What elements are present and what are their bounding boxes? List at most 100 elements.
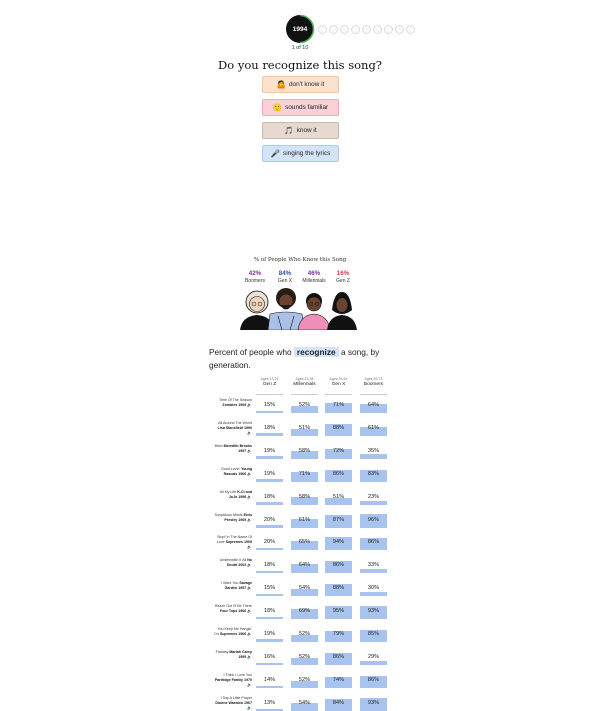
speaker-icon[interactable]: 🔈 — [246, 609, 252, 613]
table-cell: 95% — [325, 605, 352, 620]
table-cell: 58% — [291, 491, 318, 505]
speaker-icon[interactable]: 🔈 — [246, 655, 252, 659]
value-label: 69% — [298, 608, 311, 615]
value-label: 16% — [263, 653, 276, 660]
song-artist: Zombies 1969 — [222, 403, 247, 407]
song-label[interactable]: Bitch Meredith Brooks 1997 🔈 — [212, 444, 252, 454]
song-label[interactable]: You Keep Me Hangin' On Supremes 1966 🔈 — [212, 627, 252, 637]
value-label: 65% — [298, 539, 311, 546]
answer-singing-lyrics-button[interactable]: 🎤 singing the lyrics — [262, 145, 339, 162]
song-label[interactable]: Time Of The Season Zombies 1969 🔈 — [212, 398, 252, 408]
recognize-highlight: recognize — [293, 347, 339, 357]
question-counter: 1 of 10 — [291, 45, 309, 51]
speaker-icon[interactable]: 🔈 — [246, 449, 252, 453]
speaker-icon[interactable]: 🔈 — [247, 545, 252, 549]
table-cell: 85% — [360, 628, 387, 642]
progress-bar: 1994 — [286, 14, 415, 44]
table-cell: 14% — [256, 674, 283, 688]
value-bar — [256, 502, 283, 505]
value-bar — [360, 453, 387, 459]
table-cell: 51% — [325, 491, 352, 505]
song-label[interactable]: Suspicious Minds Elvis Presley 1969 🔈 — [212, 513, 252, 523]
song-label[interactable]: Good Lovin' Young Rascals 1966 🔈 — [212, 467, 252, 477]
table-cell: 86% — [325, 559, 352, 574]
song-label[interactable]: All Around The World Lisa Stansfield 199… — [212, 421, 252, 436]
table-cell: 18% — [256, 605, 283, 620]
table-cell: 74% — [325, 674, 352, 688]
answer-dont-know-button[interactable]: 🤷 don't know it — [262, 76, 339, 93]
speaker-icon[interactable]: 🔈 — [246, 518, 252, 522]
value-label: 18% — [263, 493, 276, 500]
table-cell: 23% — [360, 491, 387, 505]
speaker-icon[interactable]: 🔈 — [246, 563, 252, 567]
answer-sounds-familiar-button[interactable]: 🙂 sounds familiar — [262, 99, 339, 116]
speaker-icon[interactable]: 🔈 — [247, 431, 252, 435]
answer-label: sounds familiar — [285, 104, 329, 111]
value-label: 52% — [298, 402, 311, 408]
stat-percent: 16% — [336, 270, 350, 277]
speaker-icon[interactable]: 🔈 — [247, 683, 252, 687]
table-cell: 61% — [360, 422, 387, 436]
value-label: 14% — [263, 676, 276, 683]
table-cell: 71% — [291, 468, 318, 482]
value-bar — [360, 660, 387, 665]
speaker-icon[interactable]: 🔈 — [246, 495, 252, 499]
table-cell: 79% — [325, 628, 352, 642]
song-label[interactable]: I Think I Love You Partridge Family 1970… — [212, 673, 252, 688]
speaker-icon[interactable]: 🔈 — [246, 403, 252, 407]
value-label: 54% — [298, 585, 311, 592]
table-cell: 19% — [256, 445, 283, 459]
song-label[interactable]: Underneath It All No Doubt 2002 🔈 — [212, 558, 252, 568]
table-cell: 64% — [291, 559, 318, 574]
song-label[interactable]: I Want You Savage Garden 1997 🔈 — [212, 581, 252, 591]
table-cell: 33% — [360, 559, 387, 574]
value-label: 20% — [263, 539, 276, 546]
gen-x-person-icon — [267, 288, 305, 330]
song-label[interactable]: Stop! In The Name Of Love Supremes 1965 … — [212, 535, 252, 550]
column-divider — [256, 394, 283, 395]
value-bar — [360, 592, 387, 597]
speaker-icon[interactable]: 🔈 — [246, 472, 252, 476]
value-bar — [256, 570, 283, 574]
column-name: Boomers — [363, 382, 384, 387]
value-label: 93% — [367, 699, 380, 706]
song-label[interactable]: Fantasy Mariah Carey 1995 🔈 — [212, 650, 252, 660]
answer-know-it-button[interactable]: 🎵 know it — [262, 122, 339, 139]
table-cell: 18% — [256, 559, 283, 574]
column-name: Gen Z — [262, 382, 277, 387]
value-label: 86% — [332, 562, 345, 569]
music-note-icon: 🎵 — [284, 126, 294, 135]
recognize-intro: Percent of people who recognize a song, … — [209, 346, 409, 371]
progress-dot — [406, 24, 415, 34]
song-label[interactable]: Reach Out I'll Be There Four Tops 1966 🔈 — [212, 604, 252, 614]
value-label: 86% — [332, 470, 345, 477]
table-cell: 88% — [325, 422, 352, 436]
speaker-icon[interactable]: 🔈 — [246, 586, 252, 590]
table-cell: 54% — [291, 582, 318, 597]
value-bar — [256, 547, 283, 551]
value-label: 71% — [332, 402, 345, 408]
speaker-icon[interactable]: 🔈 — [246, 632, 252, 636]
answer-options: 🤷 don't know it 🙂 sounds familiar 🎵 know… — [262, 76, 339, 168]
table-cell: 15% — [256, 582, 283, 597]
song-label[interactable]: I Say A Little Prayer Dionne Warwick 196… — [212, 696, 252, 711]
current-year-indicator: 1994 — [286, 14, 315, 44]
table-cell: 18% — [256, 491, 283, 505]
speaker-icon[interactable]: 🔈 — [247, 706, 252, 710]
table-cell: 83% — [360, 468, 387, 482]
progress-dot — [351, 24, 360, 34]
millennial-person-icon — [297, 293, 331, 330]
progress-dots — [318, 24, 415, 34]
progress-dot — [384, 24, 393, 34]
table-cell: 86% — [360, 536, 387, 551]
value-label: 52% — [298, 676, 311, 683]
column-divider — [325, 394, 352, 395]
value-label: 18% — [263, 424, 276, 431]
table-cell: 15% — [256, 399, 283, 413]
song-label[interactable]: All My Life K-Ci and JoJo 1998 🔈 — [212, 490, 252, 500]
column-ages: Ages 39-54 — [329, 377, 348, 381]
value-bar — [256, 662, 283, 665]
value-label: 74% — [332, 676, 345, 683]
value-label: 61% — [298, 516, 311, 523]
column-name: Gen X — [331, 382, 346, 387]
